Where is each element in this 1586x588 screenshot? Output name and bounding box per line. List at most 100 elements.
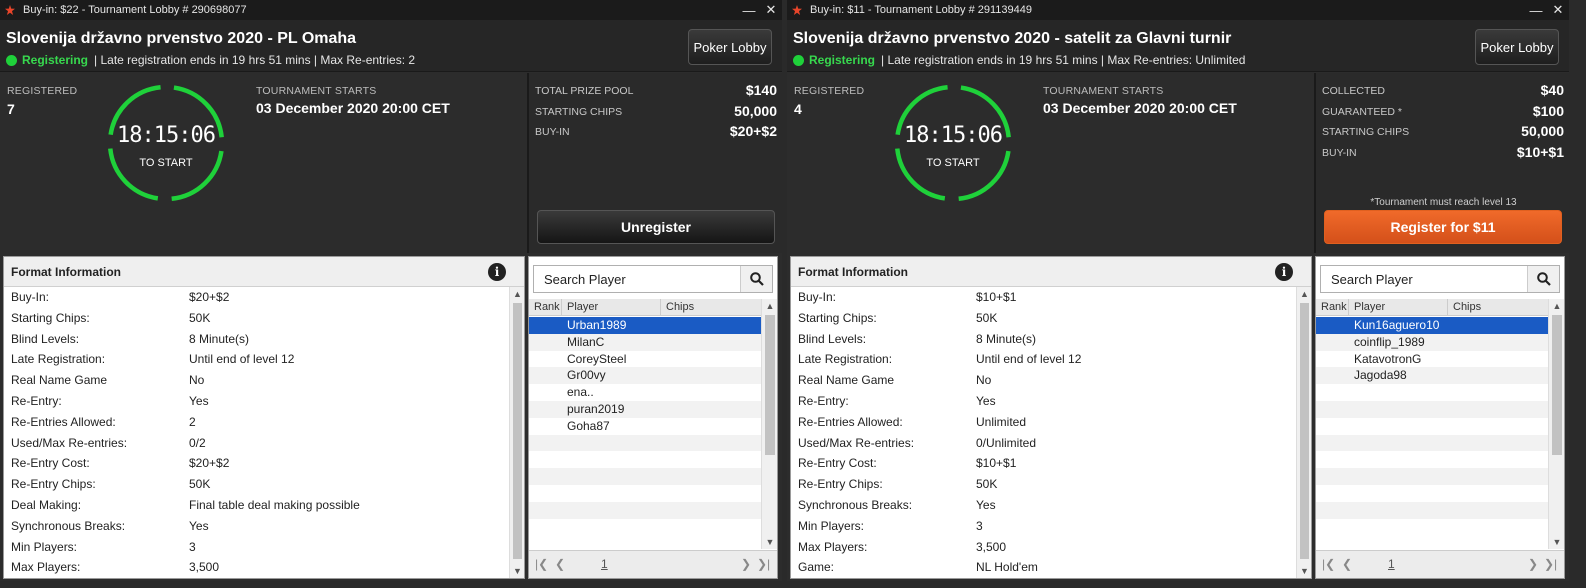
scroll-down-icon[interactable]: ▼ (1297, 564, 1312, 578)
format-key: Starting Chips: (11, 310, 90, 325)
last-page-icon[interactable]: ❯| (1544, 557, 1557, 571)
format-header: Format Information i (4, 257, 524, 287)
next-page-icon[interactable]: ❯ (1528, 557, 1538, 571)
format-row: Re-Entry: Yes (4, 391, 508, 412)
player-row[interactable]: Jagoda98 (1316, 367, 1548, 385)
column-rank[interactable]: Rank (534, 301, 560, 313)
scroll-down-icon[interactable]: ▼ (1549, 535, 1565, 549)
tournament-starts-value: 03 December 2020 20:00 CET (1043, 100, 1237, 116)
info-icon[interactable]: i (488, 263, 506, 281)
format-key: Used/Max Re-entries: (11, 435, 128, 450)
prize-label: STARTING CHIPS (535, 105, 623, 118)
page-number[interactable]: 1 (1388, 557, 1395, 571)
close-icon[interactable]: ✕ (1547, 2, 1569, 18)
tournament-lobby-window-right: Buy-in: $11 - Tournament Lobby # 2911394… (787, 0, 1569, 581)
format-value: 3,500 (976, 539, 1007, 554)
search-player-input[interactable] (534, 266, 741, 292)
scroll-up-icon[interactable]: ▲ (1297, 287, 1312, 301)
player-row[interactable]: Gr00vy (529, 367, 761, 385)
prev-page-icon[interactable]: ❮ (555, 557, 565, 571)
player-row[interactable]: coinflip_1989 (1316, 333, 1548, 351)
first-page-icon[interactable]: |❮ (1322, 557, 1335, 571)
tournament-name: Slovenija državno prvenstvo 2020 - PL Om… (6, 30, 357, 47)
format-header: Format Information i (791, 257, 1311, 287)
last-page-icon[interactable]: ❯| (757, 557, 770, 571)
player-row (1316, 400, 1548, 418)
format-information-panel: Format Information i Buy-In: $10+$1 Starti… (790, 256, 1312, 579)
search-player-input[interactable] (1321, 266, 1528, 292)
player-row (1316, 434, 1548, 452)
player-row[interactable]: MilanC (529, 333, 761, 351)
format-row: Re-Entries Allowed: Unlimited (791, 412, 1295, 433)
prize-label: BUY-IN (1322, 146, 1357, 159)
status-info: | Late registration ends in 19 hrs 51 mi… (881, 53, 1246, 67)
column-chips[interactable]: Chips (1453, 301, 1481, 313)
scroll-thumb[interactable] (765, 315, 775, 455)
close-icon[interactable]: ✕ (760, 2, 782, 18)
scroll-up-icon[interactable]: ▲ (762, 299, 778, 313)
player-row[interactable]: Kun16aguero10 (1316, 317, 1548, 334)
player-name: ena.. (567, 385, 594, 400)
format-key: Re-Entries Allowed: (798, 414, 903, 429)
scroll-down-icon[interactable]: ▼ (510, 564, 525, 578)
format-key: Re-Entry Cost: (11, 456, 90, 471)
player-name: Urban1989 (567, 318, 627, 332)
column-rank[interactable]: Rank (1321, 301, 1347, 313)
player-row[interactable]: puran2019 (529, 400, 761, 418)
column-player[interactable]: Player (1354, 301, 1385, 313)
info-icon[interactable]: i (1275, 263, 1293, 281)
format-value: 0/2 (189, 435, 206, 450)
scroll-up-icon[interactable]: ▲ (510, 287, 525, 301)
format-value: $20+$2 (189, 456, 230, 471)
countdown-time: 18:15:06 (117, 123, 216, 148)
page-number[interactable]: 1 (601, 557, 608, 571)
poker-lobby-button[interactable]: Poker Lobby (688, 29, 772, 65)
format-scrollbar[interactable]: ▲ ▼ (1296, 287, 1311, 578)
player-table-header: Rank Player Chips (1316, 299, 1548, 316)
format-key: Synchronous Breaks: (11, 518, 126, 533)
column-chips[interactable]: Chips (666, 301, 694, 313)
format-key: Re-Entry: (798, 393, 849, 408)
column-player[interactable]: Player (567, 301, 598, 313)
player-name: Goha87 (567, 418, 610, 433)
search-button[interactable] (740, 266, 772, 292)
next-page-icon[interactable]: ❯ (741, 557, 751, 571)
prize-label: STARTING CHIPS (1322, 126, 1410, 138)
scroll-down-icon[interactable]: ▼ (762, 535, 778, 549)
prize-row: GUARANTEED * $100 (1322, 102, 1564, 122)
format-row: Blind Levels: 8 Minute(s) (4, 329, 508, 350)
search-button[interactable] (1527, 266, 1559, 292)
unregister-button[interactable]: Unregister (537, 210, 775, 244)
player-row[interactable]: Urban1989 (529, 317, 761, 334)
poker-lobby-button[interactable]: Poker Lobby (1475, 29, 1559, 65)
first-page-icon[interactable]: |❮ (535, 557, 548, 571)
player-row[interactable]: ena.. (529, 384, 761, 401)
player-row[interactable]: KatavotronG (1316, 350, 1548, 368)
prev-page-icon[interactable]: ❮ (1342, 557, 1352, 571)
format-value: No (976, 373, 992, 388)
player-name: KatavotronG (1354, 351, 1422, 366)
scroll-thumb[interactable] (513, 303, 522, 559)
format-key: Max Players: (798, 539, 868, 554)
format-row: Min Players: 3 (4, 537, 508, 558)
prize-label: BUY-IN (535, 126, 570, 138)
scroll-up-icon[interactable]: ▲ (1549, 299, 1565, 313)
player-row[interactable]: Goha87 (529, 417, 761, 435)
prize-value: $10+$1 (1516, 143, 1564, 160)
player-scrollbar[interactable]: ▲ ▼ (1548, 299, 1564, 549)
scroll-thumb[interactable] (1300, 303, 1309, 559)
player-row[interactable]: CoreySteel (529, 350, 761, 368)
scroll-thumb[interactable] (1552, 315, 1562, 455)
minimize-icon[interactable]: — (1525, 3, 1547, 18)
register-button[interactable]: Register for $11 (1324, 210, 1562, 244)
format-scrollbar[interactable]: ▲ ▼ (509, 287, 524, 578)
format-value: Final table deal making possible (189, 497, 360, 512)
player-list-panel: Rank Player Chips Urban1989 MilanC CoreySt… (528, 256, 778, 579)
format-row: Used/Max Re-entries: 0/2 (4, 433, 508, 454)
status-label: Registering (22, 53, 89, 67)
minimize-icon[interactable]: — (738, 3, 760, 18)
player-row (529, 434, 761, 452)
tournament-header: Slovenija državno prvenstvo 2020 - satel… (787, 20, 1569, 72)
format-value: Yes (976, 497, 996, 512)
player-scrollbar[interactable]: ▲ ▼ (761, 299, 777, 549)
